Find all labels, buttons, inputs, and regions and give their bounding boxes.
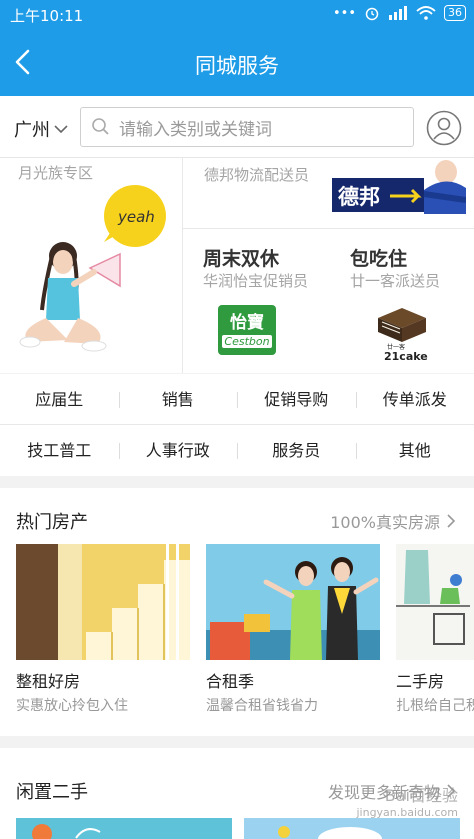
category-item[interactable]: 应届生	[0, 374, 119, 425]
title-bar: 同城服务	[0, 30, 474, 96]
category-item[interactable]: 其他	[355, 425, 474, 476]
property-image	[16, 544, 190, 660]
see-more-link[interactable]: 100%真实房源	[330, 509, 456, 533]
cestbon-logo[interactable]: 怡寶 Cestbon	[218, 305, 276, 355]
promo1-title[interactable]: 周末双休	[203, 244, 279, 271]
promo-label-top-right[interactable]: 德邦物流配送员	[204, 164, 309, 185]
banner-divider-horizontal	[183, 228, 474, 229]
promo2-subtitle: 廿一客派送员	[350, 272, 441, 290]
second-hand-card-image[interactable]	[16, 818, 232, 839]
cake-logo-icon[interactable]	[374, 304, 430, 344]
category-item[interactable]: 销售	[118, 374, 238, 425]
banner-divider-vertical	[182, 158, 183, 373]
property-image	[206, 544, 380, 660]
user-avatar-icon[interactable]	[426, 110, 462, 146]
status-bar: 上午10:11 ••• 36	[0, 0, 474, 30]
cestbon-logo-cn: 怡寶	[230, 313, 264, 333]
property-card-subtitle: 扎根给自己积	[396, 698, 474, 714]
property-card-subtitle: 温馨合租省钱省力	[206, 698, 318, 714]
cestbon-logo-en: Cestbon	[222, 335, 272, 348]
section-title: 闲置二手	[16, 782, 88, 803]
search-row: 广州 请输入类别或关键词	[0, 96, 474, 158]
property-card-subtitle: 实惠放心拎包入住	[16, 698, 128, 714]
see-more-label: 100%真实房源	[330, 513, 440, 532]
search-input[interactable]: 请输入类别或关键词	[80, 107, 414, 147]
property-card[interactable]: 合租季 温馨合租省钱省力	[206, 544, 380, 715]
chevron-down-icon	[54, 125, 68, 134]
watermark-line2: jingyan.baidu.com	[356, 806, 458, 819]
job-banner: 月光族专区 yeah 德邦物流配送员 德邦 周末双休 华润怡宝促销员 怡寶 Ce…	[0, 158, 474, 373]
job-categories: 应届生 销售 促销导购 传单派发 技工普工 人事行政 服务员 其他	[0, 374, 474, 476]
more-dots-icon: •••	[332, 5, 356, 21]
watermark-line1: Bai百经验	[384, 786, 458, 805]
property-card[interactable]: 整租好房 实惠放心拎包入住	[16, 544, 190, 715]
city-name: 广州	[14, 120, 50, 141]
search-icon	[92, 118, 109, 135]
category-item[interactable]: 传单派发	[355, 374, 474, 425]
bubble-text: yeah	[117, 208, 155, 226]
second-hand-card-image[interactable]	[244, 818, 460, 839]
property-card-title: 合租季	[206, 672, 255, 691]
category-row-2: 技工普工 人事行政 服务员 其他	[0, 425, 474, 476]
app-root: { "status_bar": { "time": "上午10:11", "ba…	[0, 0, 474, 839]
category-item[interactable]: 技工普工	[0, 425, 119, 476]
page-title: 同城服务	[195, 54, 279, 78]
watermark: Bai百经验 jingyan.baidu.com	[356, 782, 458, 819]
status-icons: ••• 36	[333, 5, 466, 21]
promo2-title[interactable]: 包吃住	[350, 244, 407, 271]
deppon-logo-icon[interactable]: 德邦	[332, 160, 466, 214]
section-title: 热门房产	[16, 512, 88, 533]
battery-indicator: 36	[444, 5, 466, 21]
search-placeholder: 请输入类别或关键词	[119, 119, 272, 140]
alarm-icon	[365, 7, 379, 21]
signal-icon	[389, 6, 407, 20]
cake-logo-text: 21cake	[384, 350, 428, 363]
woman-megaphone-illustration[interactable]: yeah	[8, 180, 178, 370]
deppon-logo-text: 德邦	[338, 185, 380, 209]
hot-property-section: 热门房产 100%真实房源 整租好房 实惠放心拎包入住 合租季 温馨合租省钱省力…	[0, 488, 474, 736]
promo1-subtitle: 华润怡宝促销员	[203, 272, 309, 290]
status-time: 上午10:11	[10, 7, 84, 25]
wifi-icon	[416, 6, 436, 20]
category-row-1: 应届生 销售 促销导购 传单派发	[0, 374, 474, 425]
chevron-right-icon	[447, 514, 456, 528]
property-card[interactable]: 二手房 扎根给自己积	[396, 544, 474, 715]
property-image	[396, 544, 474, 660]
category-item[interactable]: 人事行政	[118, 425, 238, 476]
category-item[interactable]: 促销导购	[237, 374, 356, 425]
category-item[interactable]: 服务员	[237, 425, 356, 476]
city-selector[interactable]: 广州	[14, 116, 68, 142]
property-card-title: 二手房	[396, 672, 445, 691]
property-card-title: 整租好房	[16, 672, 81, 691]
